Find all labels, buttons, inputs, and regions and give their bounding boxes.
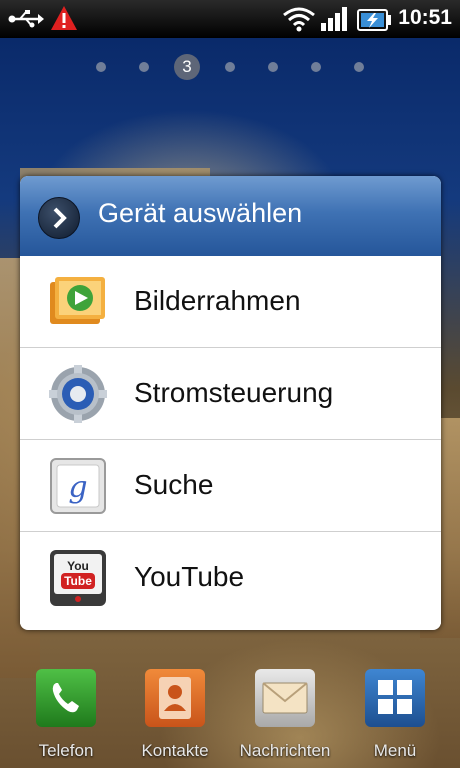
list-item-label: Bilderrahmen — [134, 285, 301, 316]
list-item-label: Stromsteuerung — [134, 377, 334, 408]
signal-icon — [320, 6, 350, 36]
dock-item-nachrichten[interactable]: Nachrichten — [230, 665, 340, 768]
svg-text:You: You — [67, 559, 89, 573]
dock-item-kontakte[interactable]: Kontakte — [120, 665, 230, 768]
list-item-label: Suche — [134, 469, 214, 500]
chevron-right-icon — [38, 197, 80, 239]
page-dot[interactable] — [354, 62, 364, 72]
page-dot[interactable] — [96, 62, 106, 72]
messages-icon — [255, 669, 315, 727]
power-control-gear-icon — [48, 364, 108, 424]
usb-icon — [8, 9, 44, 33]
list-item-suche[interactable]: g Suche — [20, 440, 441, 532]
wifi-icon — [282, 5, 316, 37]
clock: 10:51 — [398, 6, 452, 29]
page-dot[interactable] — [311, 62, 321, 72]
page-dot[interactable] — [139, 62, 149, 72]
select-device-dialog: Gerät auswählen Bilderrahmen Stromsteuer… — [20, 176, 441, 630]
dialog-header: Gerät auswählen — [20, 176, 441, 257]
contacts-icon — [145, 669, 205, 727]
warning-icon — [50, 5, 78, 35]
dock-label: Menü — [373, 741, 417, 760]
dialog-title: Gerät auswählen — [98, 198, 303, 228]
dock-item-telefon[interactable]: Telefon — [11, 665, 121, 768]
phone-icon — [36, 669, 96, 727]
battery-charging-icon — [356, 8, 392, 36]
dock-item-menu[interactable]: Menü — [340, 665, 450, 768]
menu-grid-icon — [365, 669, 425, 727]
page-dot[interactable] — [225, 62, 235, 72]
list-item-youtube[interactable]: You Tube YouTube — [20, 532, 441, 624]
google-search-icon: g — [48, 456, 108, 516]
svg-text:g: g — [68, 470, 87, 505]
dock-label: Telefon — [38, 741, 94, 760]
svg-text:Tube: Tube — [64, 574, 92, 588]
dock-label: Kontakte — [141, 741, 209, 760]
list-item-bilderrahmen[interactable]: Bilderrahmen — [20, 256, 441, 348]
page-dot[interactable] — [268, 62, 278, 72]
list-item-stromsteuerung[interactable]: Stromsteuerung — [20, 348, 441, 440]
current-page-indicator: 3 — [174, 54, 200, 80]
dock: Telefon Kontakte Nachrichten Menü — [0, 665, 460, 768]
picture-frame-icon — [48, 272, 108, 332]
list-item-label: YouTube — [134, 561, 245, 592]
status-bar: 10:51 — [0, 0, 460, 38]
youtube-icon: You Tube — [48, 548, 108, 608]
dock-label: Nachrichten — [239, 741, 331, 760]
home-page-indicator: 3 — [0, 54, 460, 80]
